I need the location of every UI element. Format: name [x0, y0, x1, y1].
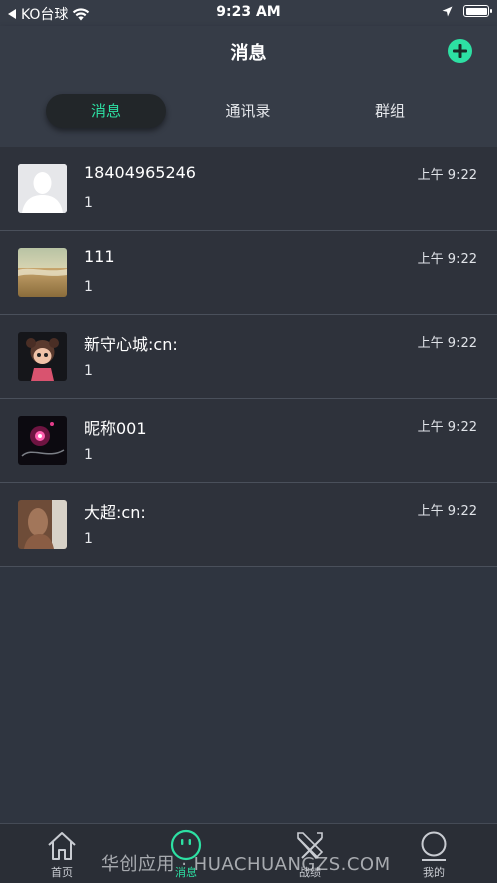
- tab-groups[interactable]: 群组: [330, 94, 450, 128]
- beach-photo: [18, 248, 67, 297]
- conversation-time: 上午 9:22: [417, 252, 477, 267]
- battery-icon: [463, 5, 492, 17]
- home-icon: [48, 832, 76, 860]
- conversation-time: 上午 9:22: [417, 420, 477, 435]
- conversation-item[interactable]: 111 1 上午 9:22: [0, 231, 497, 315]
- avatar: [18, 332, 67, 381]
- conversation-name: 新守心城:cn:: [84, 335, 178, 354]
- conversation-time: 上午 9:22: [417, 336, 477, 351]
- conversation-name: 111: [84, 247, 115, 266]
- conversation-list: 18404965246 1 上午 9:22 111 1 上午 9:22 新守心城…: [0, 147, 497, 567]
- tab-bar-profile[interactable]: 我的: [404, 829, 464, 880]
- status-bar: KO台球 9:23 AM: [0, 0, 497, 26]
- tab-bar-label: 首页: [51, 866, 73, 879]
- conversation-name: 昵称001: [84, 419, 147, 438]
- avatar: [18, 500, 67, 549]
- tab-bar-label: 我的: [423, 866, 445, 879]
- header: 消息 消息 通讯录 群组: [0, 26, 497, 147]
- cartoon-girl-photo: [18, 332, 67, 381]
- conversation-preview: 1: [84, 279, 93, 295]
- avatar: [18, 164, 67, 213]
- tab-messages[interactable]: 消息: [46, 94, 166, 128]
- location-arrow-icon: [442, 6, 453, 16]
- tab-bar-home[interactable]: 首页: [32, 829, 92, 880]
- conversation-preview: 1: [84, 195, 93, 211]
- neon-night-photo: [18, 416, 67, 465]
- conversation-name: 18404965246: [84, 163, 196, 182]
- conversation-item[interactable]: 大超:cn: 1 上午 9:22: [0, 483, 497, 567]
- conversation-item[interactable]: 18404965246 1 上午 9:22: [0, 147, 497, 231]
- avatar: [18, 248, 67, 297]
- avatar: [18, 416, 67, 465]
- conversation-time: 上午 9:22: [417, 168, 477, 183]
- tab-contacts[interactable]: 通讯录: [188, 94, 308, 128]
- profile-icon: [421, 831, 447, 861]
- watermark: 华创应用 · HUACHUANGZS.COM: [101, 854, 391, 875]
- portrait-photo: [18, 500, 67, 549]
- status-time: 9:23 AM: [216, 4, 281, 20]
- conversation-item[interactable]: 昵称001 1 上午 9:22: [0, 399, 497, 483]
- conversation-item[interactable]: 新守心城:cn: 1 上午 9:22: [0, 315, 497, 399]
- plus-icon: [453, 44, 467, 58]
- conversation-preview: 1: [84, 531, 93, 547]
- conversation-preview: 1: [84, 363, 93, 379]
- default-person-icon: [18, 164, 67, 213]
- segment-tabs: 消息 通讯录 群组: [0, 94, 497, 128]
- conversation-name: 大超:cn:: [84, 503, 146, 522]
- conversation-preview: 1: [84, 447, 93, 463]
- add-button[interactable]: [448, 39, 472, 63]
- page-title: 消息: [230, 43, 267, 64]
- conversation-time: 上午 9:22: [417, 504, 477, 519]
